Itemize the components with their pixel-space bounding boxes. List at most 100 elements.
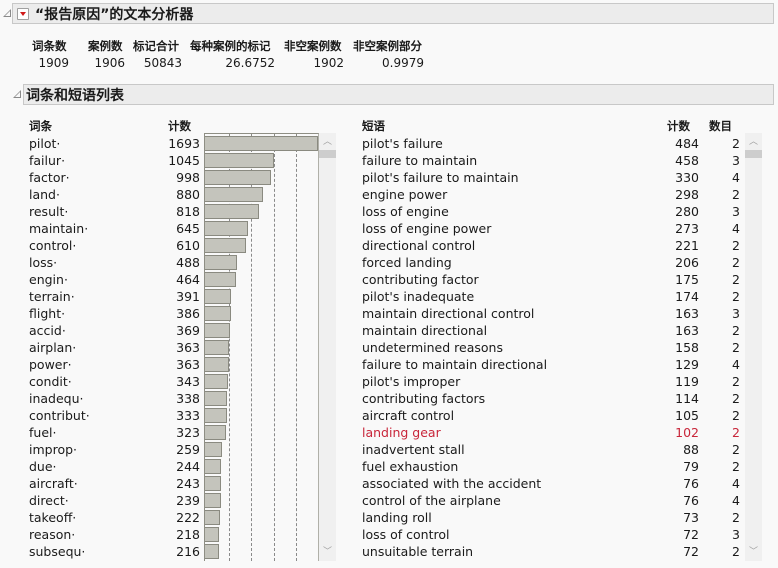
term-count: 391	[176, 289, 200, 304]
term-label[interactable]: takeoff·	[29, 509, 76, 526]
scroll-thumb[interactable]	[319, 150, 336, 158]
scroll-up-icon[interactable]: ︿	[749, 138, 758, 147]
phrase-label[interactable]: landing roll	[362, 509, 432, 526]
phrase-count: 88	[683, 442, 699, 457]
phrase-count: 458	[675, 153, 699, 168]
phrase-label[interactable]: unsuitable terrain	[362, 543, 473, 560]
phrase-label[interactable]: fuel exhaustion	[362, 458, 458, 475]
phrase-label[interactable]: control of the airplane	[362, 492, 501, 509]
summary-header: 词条数	[32, 39, 67, 53]
phrase-label[interactable]: pilot's failure to maintain	[362, 169, 519, 186]
term-label[interactable]: pilot·	[29, 135, 60, 152]
phrase-label[interactable]: pilot's failure	[362, 135, 443, 152]
bar-power	[205, 357, 229, 372]
scroll-down-icon[interactable]: ﹀	[749, 548, 758, 557]
phrase-count: 72	[683, 544, 699, 559]
bar-land	[205, 187, 263, 202]
term-label[interactable]: improp·	[29, 441, 77, 458]
phrase-count: 273	[675, 221, 699, 236]
red-triangle-menu-icon[interactable]	[17, 7, 29, 20]
scroll-up-icon[interactable]: ︿	[323, 138, 332, 147]
section-disclosure-toggle[interactable]	[13, 90, 21, 98]
phrase-label[interactable]: undetermined reasons	[362, 339, 503, 356]
phrase-count: 73	[683, 510, 699, 525]
phrase-label[interactable]: failure to maintain directional	[362, 356, 547, 373]
phrase-n-terms: 3	[732, 306, 740, 321]
phrase-n-terms: 4	[732, 357, 740, 372]
phrase-label[interactable]: loss of engine	[362, 203, 449, 220]
term-label[interactable]: fuel·	[29, 424, 56, 441]
term-label[interactable]: engin·	[29, 271, 68, 288]
term-label[interactable]: accid·	[29, 322, 66, 339]
term-label[interactable]: contribut·	[29, 407, 90, 424]
term-label[interactable]: subsequ·	[29, 543, 85, 560]
term-count: 998	[176, 170, 200, 185]
term-label[interactable]: terrain·	[29, 288, 75, 305]
phrase-label[interactable]: loss of engine power	[362, 220, 491, 237]
scroll-thumb[interactable]	[745, 150, 762, 158]
phrase-label[interactable]: associated with the accident	[362, 475, 541, 492]
phrase-label[interactable]: pilot's improper	[362, 373, 460, 390]
phrase-count: 102	[675, 425, 699, 440]
bar-direct	[205, 493, 221, 508]
report-disclosure-toggle[interactable]	[3, 9, 11, 17]
summary-header: 案例数	[88, 39, 123, 53]
scroll-down-icon[interactable]: ﹀	[323, 548, 332, 557]
phrase-n-terms: 2	[732, 136, 740, 151]
gridline	[274, 134, 275, 561]
term-label[interactable]: flight·	[29, 305, 65, 322]
phrases-scrollbar[interactable]: ︿ ﹀	[745, 133, 762, 561]
term-label[interactable]: direct·	[29, 492, 69, 509]
term-count: 333	[176, 408, 200, 423]
phrase-label[interactable]: maintain directional control	[362, 305, 534, 322]
phrases-header-n[interactable]: 数目	[709, 118, 732, 134]
phrase-label[interactable]: maintain directional	[362, 322, 487, 339]
phrase-label[interactable]: contributing factor	[362, 271, 479, 288]
term-label[interactable]: control·	[29, 237, 76, 254]
term-label[interactable]: condit·	[29, 373, 72, 390]
term-label[interactable]: due·	[29, 458, 57, 475]
term-count: 818	[176, 204, 200, 219]
phrase-label[interactable]: inadvertent stall	[362, 441, 465, 458]
phrase-n-terms: 2	[732, 510, 740, 525]
terms-header-term[interactable]: 词条	[29, 118, 52, 134]
term-label[interactable]: airplan·	[29, 339, 76, 356]
term-label[interactable]: factor·	[29, 169, 70, 186]
phrase-label[interactable]: contributing factors	[362, 390, 485, 407]
term-label[interactable]: aircraft·	[29, 475, 78, 492]
bar-control	[205, 238, 246, 253]
term-label[interactable]: maintain·	[29, 220, 88, 237]
phrases-header-phrase[interactable]: 短语	[362, 118, 385, 134]
phrases-header-count[interactable]: 计数	[667, 118, 690, 134]
summary-header: 每种案例的标记	[190, 39, 271, 53]
terms-scrollbar[interactable]: ︿ ﹀	[319, 133, 336, 561]
term-label[interactable]: power·	[29, 356, 72, 373]
terms-header-count[interactable]: 计数	[168, 118, 191, 134]
term-label[interactable]: land·	[29, 186, 60, 203]
bar-terrain	[205, 289, 231, 304]
term-label[interactable]: inadequ·	[29, 390, 84, 407]
phrase-n-terms: 2	[732, 442, 740, 457]
phrase-label[interactable]: failure to maintain	[362, 152, 477, 169]
phrase-label[interactable]: forced landing	[362, 254, 452, 271]
phrase-n-terms: 4	[732, 493, 740, 508]
phrase-label[interactable]: directional control	[362, 237, 475, 254]
phrase-count: 330	[675, 170, 699, 185]
phrase-label[interactable]: pilot's inadequate	[362, 288, 474, 305]
phrase-n-terms: 2	[732, 187, 740, 202]
term-count: 243	[176, 476, 200, 491]
term-label[interactable]: result·	[29, 203, 68, 220]
phrase-label[interactable]: loss of control	[362, 526, 449, 543]
phrase-label[interactable]: aircraft control	[362, 407, 454, 424]
summary-value: 1902	[313, 56, 344, 70]
phrase-label[interactable]: engine power	[362, 186, 447, 203]
phrase-label[interactable]: landing gear	[362, 424, 441, 441]
phrase-count: 76	[683, 493, 699, 508]
term-count: 610	[176, 238, 200, 253]
term-label[interactable]: reason·	[29, 526, 75, 543]
term-label[interactable]: failur·	[29, 152, 65, 169]
term-count: 239	[176, 493, 200, 508]
term-count: 244	[176, 459, 200, 474]
phrase-count: 221	[675, 238, 699, 253]
term-label[interactable]: loss·	[29, 254, 57, 271]
